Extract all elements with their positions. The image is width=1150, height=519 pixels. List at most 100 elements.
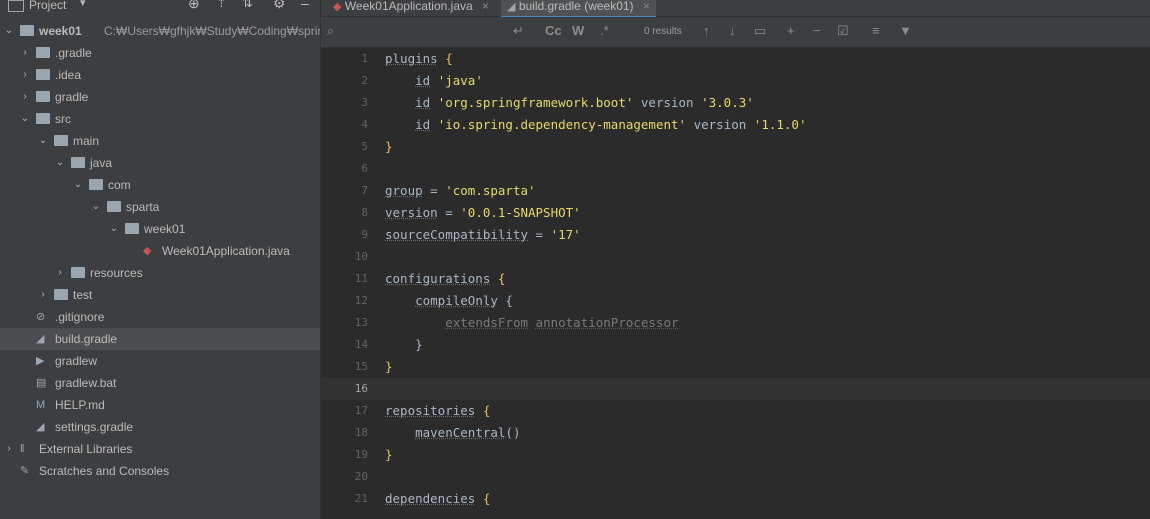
line-number[interactable]: 14 — [321, 334, 368, 356]
line-number[interactable]: 21 — [321, 488, 368, 510]
line-number[interactable]: 3 — [321, 92, 368, 114]
arrow-down-icon[interactable]: ↓ — [729, 23, 736, 38]
chevron-down-icon[interactable]: ⌄ — [4, 20, 14, 42]
search-results-count: 0 results — [644, 26, 682, 37]
code-line[interactable]: } — [385, 444, 393, 466]
close-icon[interactable]: × — [482, 0, 489, 13]
tree-item[interactable]: › gradle — [0, 86, 320, 108]
line-number[interactable]: 9 — [321, 224, 368, 246]
add-occurrence-icon[interactable]: + — [787, 23, 795, 38]
chevron-right-icon[interactable]: › — [4, 438, 14, 460]
code-line[interactable]: version = '0.0.1-SNAPSHOT' — [385, 202, 581, 224]
code-line[interactable]: id 'io.spring.dependency-management' ver… — [385, 114, 806, 136]
tree-item[interactable]: ▶ gradlew — [0, 350, 320, 372]
code-line[interactable]: } — [385, 356, 393, 378]
chevron-down-icon[interactable]: ⌄ — [91, 196, 101, 218]
search-icon[interactable]: ⌕ — [327, 23, 334, 39]
line-number[interactable]: 8 — [321, 202, 368, 224]
tree-item[interactable]: M HELP.md — [0, 394, 320, 416]
chevron-down-icon[interactable]: ⌄ — [73, 174, 83, 196]
chevron-right-icon[interactable]: › — [20, 64, 30, 86]
code-line[interactable]: id 'java' — [385, 70, 483, 92]
tree-item[interactable]: ⌄ main — [0, 130, 320, 152]
chevron-right-icon[interactable]: › — [20, 42, 30, 64]
match-case-button[interactable]: Cc — [545, 23, 562, 38]
line-number[interactable]: 18 — [321, 422, 368, 444]
folder-icon — [89, 179, 103, 190]
code-line[interactable]: sourceCompatibility = '17' — [385, 224, 581, 246]
line-number[interactable]: 4 — [321, 114, 368, 136]
line-number[interactable]: 11 — [321, 268, 368, 290]
chevron-down-icon[interactable]: ⌄ — [55, 152, 65, 174]
expand-all-icon[interactable]: ⇡ — [216, 0, 227, 11]
close-icon[interactable]: × — [643, 0, 650, 13]
tree-item[interactable]: ◢ build.gradle — [0, 328, 320, 350]
line-number[interactable]: 1 — [321, 48, 368, 70]
gear-icon[interactable]: ⚙ — [273, 0, 286, 12]
tree-item[interactable]: ⌄ com — [0, 174, 320, 196]
tree-item[interactable]: › .gradle — [0, 42, 320, 64]
chevron-right-icon[interactable]: › — [20, 86, 30, 108]
code-line[interactable]: } — [385, 136, 393, 158]
tree-item[interactable]: ⌄ week01 C:₩Users₩gfhjk₩Study₩Coding₩sprin… — [0, 20, 355, 42]
tree-item[interactable]: › ‖ External Libraries — [0, 438, 320, 460]
line-number[interactable]: 10 — [321, 246, 368, 268]
line-number[interactable]: 7 — [321, 180, 368, 202]
tree-item[interactable]: ◆ Week01Application.java — [0, 240, 320, 262]
line-number[interactable]: 20 — [321, 466, 368, 488]
tree-item[interactable]: ✎ Scratches and Consoles — [0, 460, 320, 482]
regex-button[interactable]: .* — [600, 23, 609, 38]
newline-icon[interactable]: ↵ — [513, 23, 524, 39]
chevron-down-icon[interactable]: ⌄ — [109, 218, 119, 240]
remove-occurrence-icon[interactable]: − — [813, 23, 821, 38]
chevron-right-icon[interactable]: › — [38, 284, 48, 306]
locate-icon[interactable]: ⊕ — [188, 0, 200, 12]
code-token: annotationProcessor — [535, 315, 679, 330]
minimize-icon[interactable]: – — [301, 0, 309, 11]
code-line[interactable]: mavenCentral() — [385, 422, 520, 444]
code-line[interactable]: repositories { — [385, 400, 490, 422]
select-all-occurrences-icon[interactable]: ☑ — [837, 23, 849, 39]
filter-icon[interactable]: ▼ — [899, 23, 912, 38]
tree-item[interactable]: ◢ settings.gradle — [0, 416, 320, 438]
line-number[interactable]: 17 — [321, 400, 368, 422]
line-number[interactable]: 5 — [321, 136, 368, 158]
chevron-down-icon[interactable]: ⌄ — [38, 130, 48, 152]
tree-item[interactable]: ⌄ week01 — [0, 218, 320, 240]
match-word-button[interactable]: W — [572, 23, 584, 38]
tab-week01application[interactable]: ◆ Week01Application.java × — [327, 0, 495, 16]
line-number[interactable]: 2 — [321, 70, 368, 92]
tree-item[interactable]: ▤ gradlew.bat — [0, 372, 320, 394]
line-number[interactable]: 12 — [321, 290, 368, 312]
tree-item[interactable]: ⌄ sparta — [0, 196, 320, 218]
chevron-down-icon[interactable]: ⌄ — [20, 108, 30, 130]
line-number[interactable]: 13 — [321, 312, 368, 334]
code-line[interactable]: dependencies { — [385, 488, 490, 510]
tree-item[interactable]: › test — [0, 284, 320, 306]
arrow-up-icon[interactable]: ↑ — [703, 23, 710, 38]
tree-item[interactable]: ⊘ .gitignore — [0, 306, 320, 328]
tree-item[interactable]: ⌄ src — [0, 108, 320, 130]
code-line[interactable]: } — [385, 334, 423, 356]
project-panel-title[interactable]: Project — [29, 0, 66, 12]
tab-build-gradle[interactable]: ◢ build.gradle (week01) × — [501, 0, 656, 18]
line-number[interactable]: 16 — [321, 378, 368, 400]
multiline-icon[interactable]: ≡ — [872, 23, 880, 38]
tree-item[interactable]: ⌄ java — [0, 152, 320, 174]
chevron-right-icon[interactable]: › — [55, 262, 65, 284]
line-number[interactable]: 19 — [321, 444, 368, 466]
code-line[interactable]: extendsFrom annotationProcessor — [385, 312, 679, 334]
code-line[interactable]: compileOnly { — [385, 290, 513, 312]
tree-item[interactable]: › .idea — [0, 64, 320, 86]
chevron-down-icon[interactable]: ▾ — [80, 0, 86, 9]
line-number[interactable]: 6 — [321, 158, 368, 180]
open-results-icon[interactable]: ▭ — [754, 23, 766, 39]
line-number[interactable]: 15 — [321, 356, 368, 378]
code-line[interactable]: plugins { — [385, 48, 453, 70]
code-line[interactable]: configurations { — [385, 268, 505, 290]
tree-item[interactable]: › resources — [0, 262, 320, 284]
code-line[interactable]: group = 'com.sparta' — [385, 180, 536, 202]
code-line[interactable]: id 'org.springframework.boot' version '3… — [385, 92, 754, 114]
collapse-all-icon[interactable]: ⇅ — [242, 0, 253, 11]
